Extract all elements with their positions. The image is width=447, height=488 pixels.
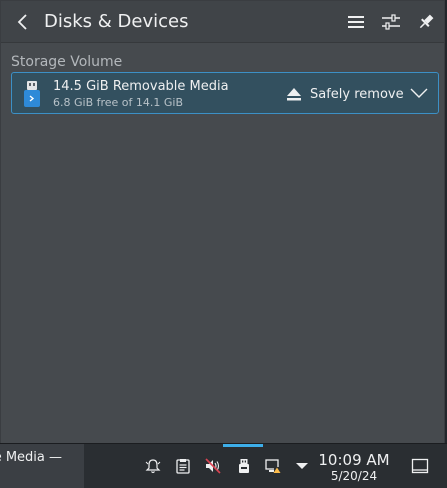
menu-icon [348,16,364,28]
task-manager-entry[interactable]: e Media — [0,444,84,488]
network-icon[interactable] [265,458,281,474]
device-name: 14.5 GiB Removable Media [53,79,229,94]
active-applet-indicator [223,444,263,447]
configure-icon [382,14,400,30]
usb-drive-icon [24,81,40,107]
pin-icon [419,14,434,29]
configure-button[interactable] [379,10,403,34]
section-label: Storage Volume [11,54,123,70]
device-free-space: 6.8 GiB free of 14.1 GiB [53,96,184,109]
back-icon [17,14,27,30]
task-entry-label: e Media — [0,450,62,465]
expand-tray-icon[interactable] [294,458,310,474]
removable-device-icon[interactable] [236,458,252,474]
show-desktop-icon[interactable] [411,457,429,475]
clipboard-icon[interactable] [175,458,191,474]
safely-remove-button[interactable]: Safely remove [286,84,404,104]
eject-icon [287,88,301,101]
device-item[interactable]: 14.5 GiB Removable Media 6.8 GiB free of… [11,72,439,114]
safely-remove-label: Safely remove [310,86,404,102]
notifications-icon[interactable] [145,458,161,474]
popup-header: Disks & Devices [1,1,444,43]
disks-devices-popup: Disks & Devices Storage Volume 14.5 GiB … [0,0,445,443]
clock-date: 5/20/24 [330,469,378,483]
taskbar-panel: e Media — 10:09 AM 5/20/24 [0,443,447,488]
back-button[interactable] [11,10,35,34]
digital-clock[interactable]: 10:09 AM 5/20/24 [318,451,390,483]
popup-title: Disks & Devices [44,11,189,32]
chevron-down-icon [410,88,428,98]
menu-button[interactable] [344,10,368,34]
expand-device-button[interactable] [408,83,430,103]
pin-button[interactable] [414,10,438,34]
volume-muted-icon[interactable] [205,458,221,474]
clock-time: 10:09 AM [318,451,390,469]
